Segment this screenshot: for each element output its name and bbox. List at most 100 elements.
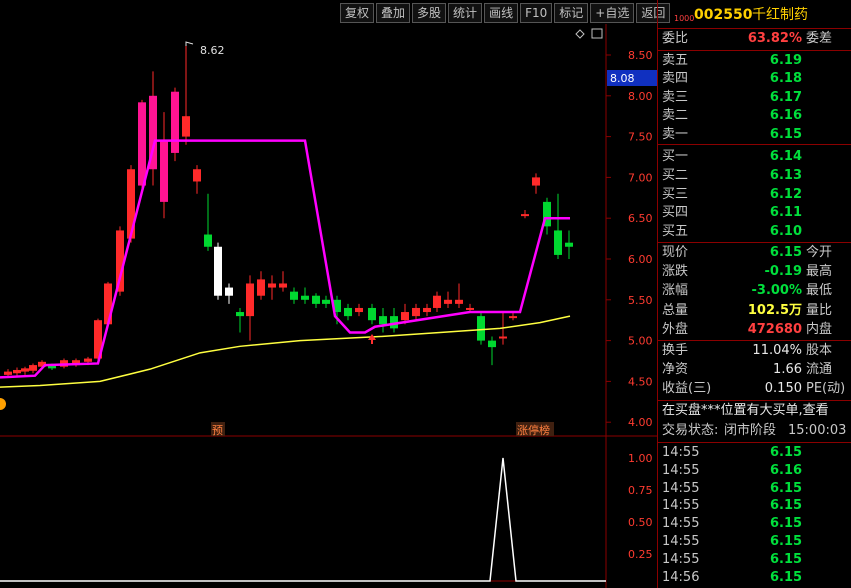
tick-price: 6.16 — [770, 462, 803, 478]
divider — [658, 442, 851, 443]
kline-chart[interactable]: 8.50 8.00 7.50 7.00 6.50 6.00 5.50 5.00 4.50 4.00… — [0, 24, 657, 588]
ask-row: 卖四 6.18 — [658, 70, 851, 88]
tick-price: 6.15 — [770, 569, 803, 585]
weicha-label: 委差 — [806, 31, 833, 46]
tick-row: 14:56 6.15 — [658, 569, 851, 587]
candle — [444, 299, 452, 304]
notice-row[interactable]: 在买盘***位置有大买单,查看 — [658, 402, 851, 420]
draw-line-button[interactable]: 画线 — [484, 3, 519, 23]
stat-row-value: 0.150 — [764, 381, 802, 396]
stat-row-label2: 流通 — [806, 362, 833, 377]
candle — [171, 91, 179, 153]
price-axis-label: 7.00 — [628, 171, 653, 184]
volume-axis-label: 0.75 — [628, 484, 653, 497]
quote-row-value: 102.5万 — [747, 302, 802, 318]
high-price-label: 8.62 — [200, 44, 225, 57]
diamond-icon[interactable] — [575, 29, 585, 39]
price-box-text: 8.08 — [610, 72, 635, 85]
settings-icon[interactable] — [591, 28, 603, 39]
high-arrow-icon — [185, 41, 194, 46]
quote-row-label2: 最低 — [806, 283, 833, 299]
tick-price: 6.15 — [770, 498, 803, 514]
stat-row: 收益(三) 0.150 PE(动) — [658, 380, 851, 398]
tick-row: 14:55 6.15 — [658, 551, 851, 569]
statistics-button[interactable]: 统计 — [448, 3, 483, 23]
quote-row-label: 现价 — [662, 245, 689, 260]
quote-row: 现价 6.15 今开 — [658, 244, 851, 262]
tick-price: 6.15 — [770, 551, 803, 567]
candle — [138, 102, 146, 186]
stat-row-value: 11.04% — [752, 343, 802, 358]
add-watchlist-button[interactable]: +自选 — [590, 3, 635, 23]
bid-row-value: 6.13 — [769, 167, 802, 183]
candle — [13, 369, 21, 374]
candle — [477, 316, 485, 341]
candle — [160, 140, 168, 202]
bid-row: 买四 6.11 — [658, 204, 851, 222]
divider — [658, 340, 851, 341]
bid-row-label: 买三 — [662, 186, 689, 202]
candle — [509, 316, 517, 319]
notice-text: 在买盘***位置有大买单,查看 — [662, 403, 829, 418]
tick-row: 14:55 6.16 — [658, 462, 851, 480]
ask-row: 卖三 6.17 — [658, 89, 851, 107]
candle — [322, 299, 330, 304]
kline-svg[interactable]: 8.50 8.00 7.50 7.00 6.50 6.00 5.50 5.00 4.50 4.00… — [0, 24, 657, 588]
status-label: 交易状态: — [662, 423, 719, 438]
overlay-button[interactable]: 叠加 — [376, 3, 411, 23]
ask-row-value: 6.16 — [769, 108, 802, 124]
candle — [204, 234, 212, 247]
ask-row-value: 6.15 — [769, 126, 802, 142]
quote-row: 总量 102.5万 量比 — [658, 302, 851, 320]
quote-panel: 1000 002550 千红制药 委比 63.82% 委差 在买盘***位置有大… — [657, 0, 851, 588]
marker-zt: 涨停榜 — [517, 423, 550, 437]
candle — [466, 307, 474, 310]
ask-row: 卖五 6.19 — [658, 52, 851, 70]
quote-row-value: -3.00% — [751, 283, 803, 299]
price-axis-label: 6.00 — [628, 253, 653, 266]
candle — [455, 299, 463, 304]
divider — [658, 242, 851, 243]
candle — [182, 116, 190, 137]
stat-row-label: 换手 — [662, 343, 689, 358]
candle — [4, 371, 12, 375]
mark-button[interactable]: 标记 — [554, 3, 589, 23]
quote-row-value: -0.19 — [764, 264, 802, 280]
divider — [658, 50, 851, 51]
f10-button[interactable]: F10 — [520, 3, 553, 23]
bid-row-label: 买一 — [662, 149, 689, 164]
tick-time: 14:55 — [662, 445, 700, 460]
marker-pre: 预 — [212, 424, 223, 437]
price-axis-label: 4.00 — [628, 416, 653, 429]
candle — [368, 307, 376, 321]
volume-axis-label: 0.25 — [628, 548, 653, 561]
price-axis-label: 8.50 — [628, 49, 653, 62]
multi-stock-button[interactable]: 多股 — [412, 3, 447, 23]
tick-time: 14:55 — [662, 498, 700, 514]
ask-row-value: 6.19 — [769, 53, 802, 68]
divider — [658, 144, 851, 145]
stat-row: 净资 1.66 流通 — [658, 361, 851, 379]
chart-toolbar: 复权 叠加 多股 统计 画线 F10 标记 +自选 返回 — [340, 3, 671, 23]
candle — [521, 214, 529, 217]
candle — [193, 169, 201, 182]
candle — [257, 279, 265, 296]
candle — [301, 295, 309, 300]
candle — [554, 230, 562, 255]
candle — [312, 295, 320, 304]
bid-row-label: 买四 — [662, 205, 689, 221]
ask-row-label: 卖四 — [662, 71, 689, 87]
stat-row-label2: 股本 — [806, 343, 833, 358]
bid-row: 买一 6.14 — [658, 148, 851, 166]
candle — [355, 307, 363, 313]
bid-row-value: 6.11 — [769, 205, 802, 221]
tick-price: 6.15 — [770, 445, 803, 460]
quote-row-label2: 内盘 — [806, 321, 833, 337]
tick-time: 14:56 — [662, 569, 700, 585]
volume-line — [0, 457, 606, 582]
tick-row: 14:55 6.15 — [658, 444, 851, 462]
candle — [236, 312, 244, 317]
fuquan-button[interactable]: 复权 — [340, 3, 375, 23]
divider — [658, 28, 851, 29]
candle — [532, 177, 540, 186]
